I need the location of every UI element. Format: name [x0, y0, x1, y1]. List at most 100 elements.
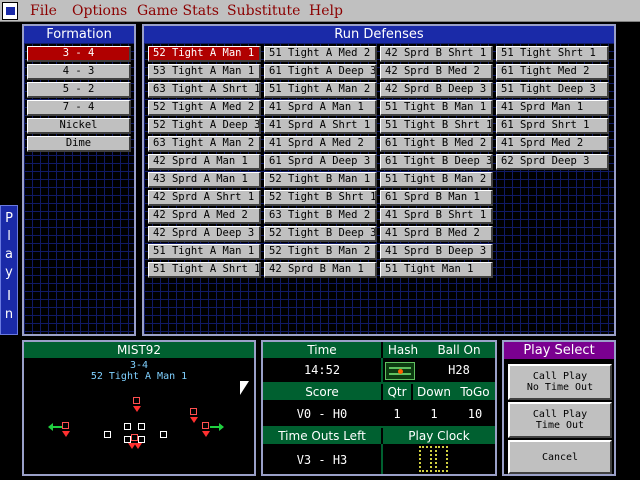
- formation-item[interactable]: Nickel: [27, 118, 131, 134]
- menu-help[interactable]: Help: [309, 3, 343, 19]
- run-defense-item[interactable]: 61 Sprd B Man 1: [380, 190, 493, 206]
- run-defense-item[interactable]: 42 Sprd B Shrt 1: [380, 46, 493, 62]
- player-marker: [62, 422, 69, 429]
- run-defense-item[interactable]: 51 Tight A Man 1: [148, 244, 261, 260]
- run-defense-item[interactable]: 41 Sprd Man 1: [496, 100, 609, 116]
- run-defense-item[interactable]: 42 Sprd A Deep 3: [148, 226, 261, 242]
- run-defense-item[interactable]: 52 Tight A Man 1: [148, 46, 261, 62]
- run-defenses-title: Run Defenses: [144, 26, 614, 43]
- arrow-right-icon: [210, 423, 224, 431]
- play-in-letter: P: [5, 211, 13, 226]
- run-defense-item[interactable]: 51 Tight A Med 2: [264, 46, 377, 62]
- call-play-timeout-button[interactable]: Call Play Time Out: [508, 402, 612, 438]
- arrow-down-icon: [62, 431, 70, 437]
- score-value: V0 - H0: [296, 407, 348, 421]
- run-defense-item[interactable]: 41 Sprd B Shrt 1: [380, 208, 493, 224]
- run-defense-item[interactable]: 51 Tight Man 1: [380, 262, 493, 278]
- play-in-tab[interactable]: P l a y I n: [0, 205, 18, 335]
- divider: [381, 358, 383, 382]
- run-defense-item[interactable]: 53 Tight A Man 1: [148, 64, 261, 80]
- arrow-left-icon: [48, 423, 62, 431]
- run-defense-item[interactable]: 51 Tight Shrt 1: [496, 46, 609, 62]
- button-label: Call Play: [532, 409, 588, 420]
- time-label: Time: [263, 342, 381, 358]
- formation-item[interactable]: 5 - 2: [27, 82, 131, 98]
- run-defense-item[interactable]: 52 Tight A Med 2: [148, 100, 261, 116]
- run-defense-item[interactable]: 41 Sprd Med 2: [496, 136, 609, 152]
- formation-item[interactable]: 7 - 4: [27, 100, 131, 116]
- menu-substitute[interactable]: Substitute: [227, 3, 300, 19]
- run-defense-item[interactable]: 42 Sprd B Man 1: [264, 262, 377, 278]
- run-defense-item[interactable]: 41 Sprd B Deep 3: [380, 244, 493, 260]
- cancel-button[interactable]: Cancel: [508, 440, 612, 474]
- run-defense-item[interactable]: 41 Sprd A Man 1: [264, 100, 377, 116]
- formation-title: Formation: [24, 26, 134, 43]
- field-diagram-panel: MIST92 3-4 52 Tight A Man 1: [22, 340, 256, 476]
- run-defense-item[interactable]: 52 Tight B Shrt 1: [264, 190, 377, 206]
- ball-position-dot: [398, 369, 403, 374]
- run-defense-item[interactable]: 63 Tight A Man 2: [148, 136, 261, 152]
- player-marker: [202, 422, 209, 429]
- run-defense-item[interactable]: 52 Tight B Deep 3: [264, 226, 377, 242]
- game-stats-panel: Time Hash Ball On 14:52 H28 Score Qtr Do…: [261, 340, 497, 476]
- run-defense-item[interactable]: 51 Tight Deep 3: [496, 82, 609, 98]
- run-defense-item[interactable]: 42 Sprd B Med 2: [380, 64, 493, 80]
- qtr-label: Qtr: [383, 384, 411, 400]
- run-defense-item[interactable]: 51 Tight B Man 1: [380, 100, 493, 116]
- run-defense-item[interactable]: 52 Tight A Deep 3: [148, 118, 261, 134]
- run-defense-item[interactable]: 43 Sprd A Man 1: [148, 172, 261, 188]
- run-defense-item[interactable]: 63 Tight A Shrt 1: [148, 82, 261, 98]
- run-defense-item[interactable]: 51 Tight A Shrt 1: [148, 262, 261, 278]
- run-defense-item[interactable]: 42 Sprd B Deep 3: [380, 82, 493, 98]
- run-defense-item[interactable]: 52 Tight B Man 2: [264, 244, 377, 260]
- formation-item[interactable]: 4 - 3: [27, 64, 131, 80]
- run-defense-item[interactable]: 42 Sprd A Shrt 1: [148, 190, 261, 206]
- team-name: MIST92: [24, 342, 254, 358]
- player-marker: [138, 423, 145, 430]
- hash-mark-icon: [385, 362, 415, 380]
- run-defense-item[interactable]: 41 Sprd A Shrt 1: [264, 118, 377, 134]
- mouse-cursor-icon: [240, 381, 249, 395]
- field-play-name: 52 Tight A Man 1: [90, 371, 188, 382]
- play-in-letter: y: [5, 265, 13, 280]
- app-logo-icon[interactable]: [2, 2, 18, 20]
- menu-options[interactable]: Options: [72, 3, 127, 19]
- player-marker: [124, 436, 131, 443]
- timeouts-value: V3 - H3: [296, 453, 348, 467]
- arrow-down-icon: [133, 406, 141, 412]
- time-value: 14:52: [303, 363, 341, 377]
- run-defense-item[interactable]: 61 Tight B Deep 3: [380, 154, 493, 170]
- togo-label: ToGo: [455, 384, 495, 400]
- arrow-down-icon: [134, 443, 142, 449]
- run-defense-item[interactable]: 41 Sprd B Med 2: [380, 226, 493, 242]
- player-marker: [124, 423, 131, 430]
- call-play-no-timeout-button[interactable]: Call Play No Time Out: [508, 364, 612, 400]
- run-defense-item[interactable]: 61 Sprd A Deep 3: [264, 154, 377, 170]
- formation-item[interactable]: Dime: [27, 136, 131, 152]
- play-in-letter: l: [7, 229, 11, 244]
- arrow-down-icon: [202, 431, 210, 437]
- divider: [381, 444, 383, 474]
- player-marker: [131, 434, 138, 441]
- formation-item[interactable]: 3 - 4: [27, 46, 131, 62]
- run-defense-item[interactable]: 61 Tight Med 2: [496, 64, 609, 80]
- play-clock-label: Play Clock: [383, 428, 495, 444]
- run-defense-item[interactable]: 61 Tight A Deep 3: [264, 64, 377, 80]
- run-defense-item[interactable]: 42 Sprd A Med 2: [148, 208, 261, 224]
- button-label: Cancel: [541, 451, 579, 463]
- run-defense-item[interactable]: 62 Sprd Deep 3: [496, 154, 609, 170]
- run-defense-item[interactable]: 52 Tight B Man 1: [264, 172, 377, 188]
- run-defense-item[interactable]: 51 Tight A Man 2: [264, 82, 377, 98]
- menu-game-stats[interactable]: Game Stats: [137, 3, 219, 19]
- run-defense-item[interactable]: 61 Sprd Shrt 1: [496, 118, 609, 134]
- run-defense-item[interactable]: 41 Sprd A Med 2: [264, 136, 377, 152]
- run-defense-item[interactable]: 61 Tight B Med 2: [380, 136, 493, 152]
- player-marker: [133, 397, 140, 404]
- run-defense-item[interactable]: 51 Tight B Shrt 1: [380, 118, 493, 134]
- button-label: Call Play: [532, 371, 588, 382]
- menu-file[interactable]: File: [30, 3, 57, 19]
- run-defense-item[interactable]: 42 Sprd A Man 1: [148, 154, 261, 170]
- run-defense-item[interactable]: 63 Tight B Med 2: [264, 208, 377, 224]
- run-defense-item[interactable]: 51 Tight B Man 2: [380, 172, 493, 188]
- down-value: 1: [430, 407, 438, 421]
